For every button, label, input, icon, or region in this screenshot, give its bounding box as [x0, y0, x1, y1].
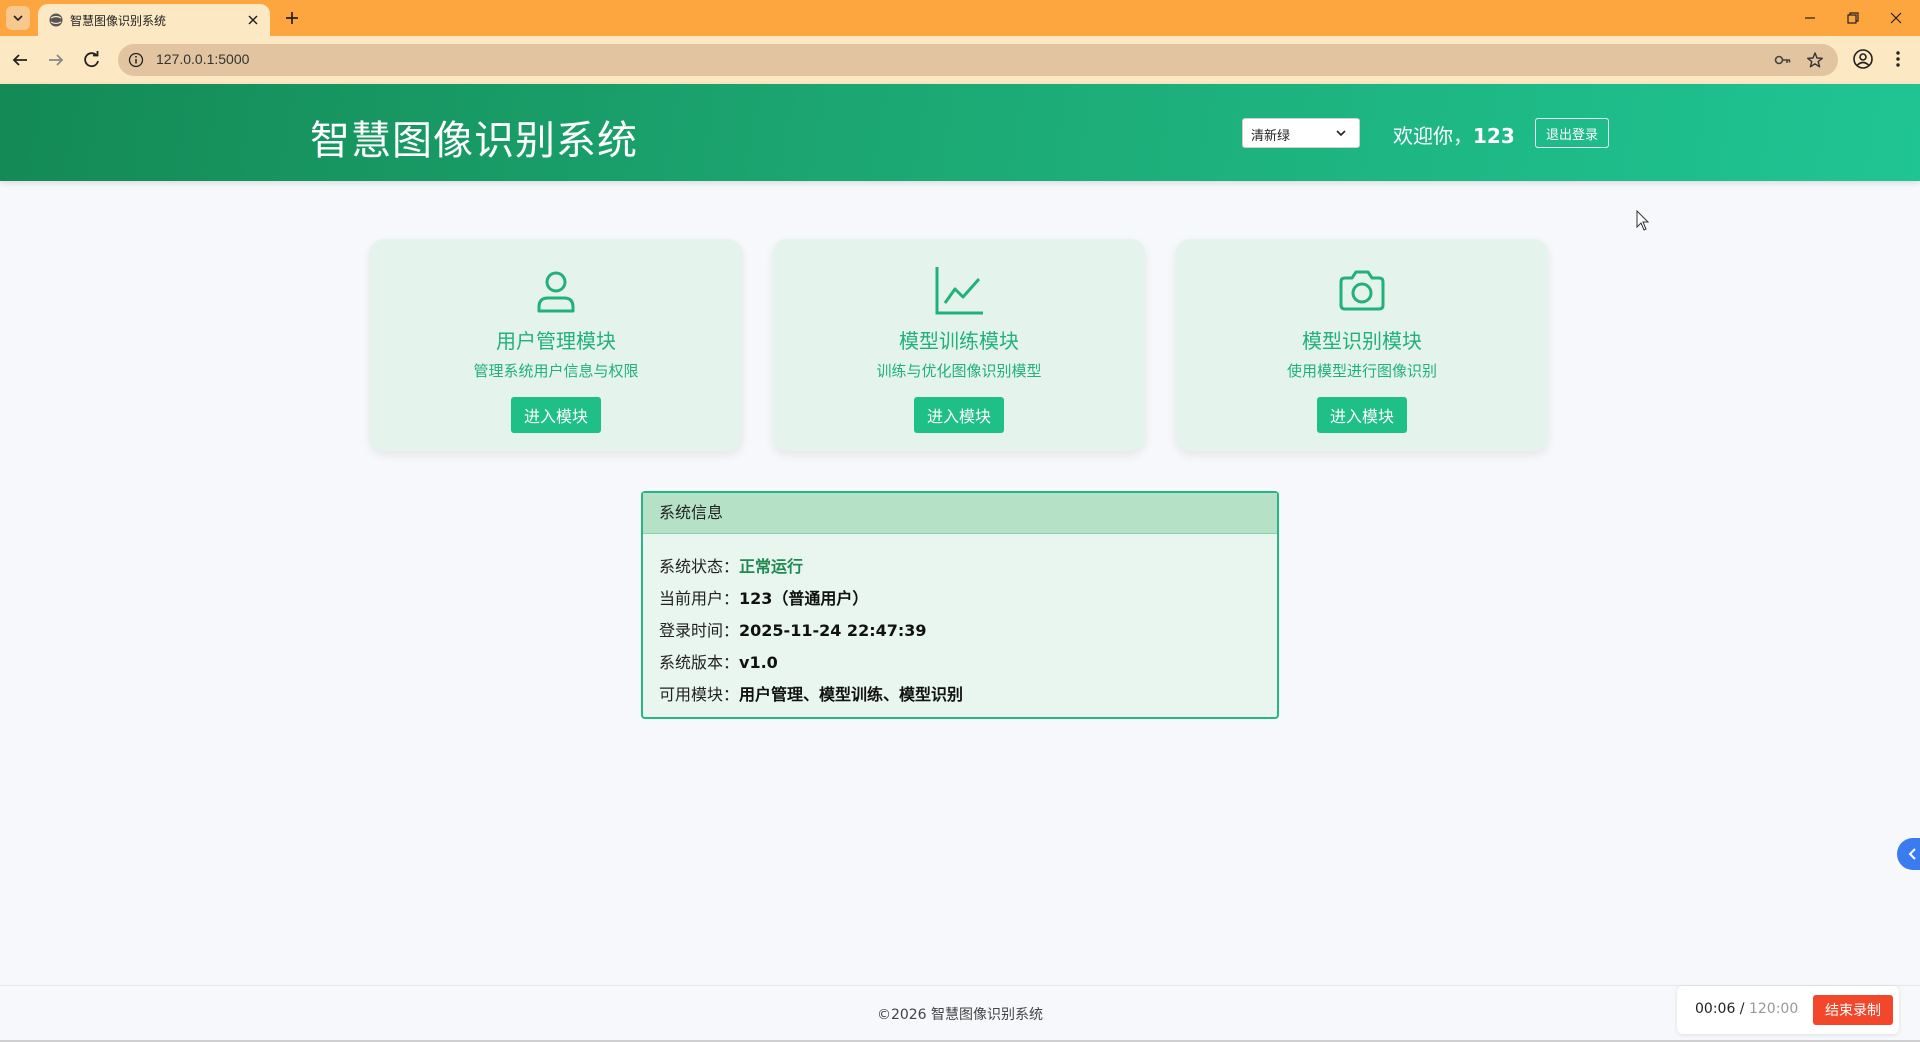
key-icon[interactable] — [1774, 52, 1792, 68]
tab-title: 智慧图像识别系统 — [70, 14, 167, 28]
chevron-left-icon — [1908, 848, 1916, 860]
stop-recording-button[interactable]: 结束录制 — [1813, 995, 1893, 1025]
info-label: 登录时间： — [659, 621, 740, 640]
enter-recognition-module-button[interactable]: 进入模块 — [1317, 397, 1407, 433]
chevron-down-icon — [1336, 130, 1346, 137]
line-chart-icon — [935, 267, 983, 315]
footer-copyright: ©2026 智慧图像识别系统 — [876, 1007, 1044, 1023]
restore-icon[interactable] — [1843, 8, 1863, 28]
module-desc: 使用模型进行图像识别 — [1286, 362, 1437, 380]
browser-toolbar: 127.0.0.1:5000 — [0, 36, 1920, 84]
tab-search-button[interactable] — [6, 6, 30, 30]
user-icon — [537, 271, 575, 313]
total-time: 120:00 — [1748, 1001, 1799, 1017]
welcome-prefix: 欢迎你， — [1393, 124, 1473, 148]
logout-button[interactable]: 退出登录 — [1535, 118, 1609, 148]
more-vert-icon[interactable] — [1888, 48, 1908, 70]
info-row-login-time: 登录时间：2025-11-24 22:47:39 — [659, 617, 927, 641]
footer-divider — [0, 985, 1920, 986]
reload-icon[interactable] — [80, 48, 104, 72]
modules-value: 用户管理、模型训练、模型识别 — [739, 685, 964, 704]
url-text[interactable]: 127.0.0.1:5000 — [156, 51, 249, 67]
module-desc: 管理系统用户信息与权限 — [473, 362, 639, 380]
info-row-modules: 可用模块：用户管理、模型训练、模型识别 — [659, 681, 963, 705]
info-label: 系统版本： — [659, 653, 740, 672]
mouse-cursor-icon — [1636, 210, 1650, 231]
globe-icon — [49, 13, 63, 27]
profile-icon[interactable] — [1852, 48, 1874, 70]
info-row-status: 系统状态：正常运行 — [659, 553, 803, 577]
welcome-text: 欢迎你，123 — [1393, 120, 1515, 149]
close-window-icon[interactable] — [1886, 8, 1906, 28]
system-info-panel: 系统信息 系统状态：正常运行 当前用户：123（普通用户） 登录时间：2025-… — [641, 491, 1279, 719]
app-title: 智慧图像识别系统 — [310, 118, 638, 164]
browser-tab[interactable]: 智慧图像识别系统 — [38, 4, 270, 36]
chevron-down-icon — [13, 15, 23, 22]
module-card-training: 模型训练模块 训练与优化图像识别模型 进入模块 — [773, 239, 1145, 451]
current-user-value: 123（普通用户） — [739, 589, 869, 608]
close-icon[interactable] — [244, 11, 262, 29]
recording-timer: 00:06 / 120:00 — [1695, 1001, 1798, 1017]
welcome-username: 123 — [1473, 124, 1515, 148]
elapsed-time: 00:06 — [1695, 1001, 1736, 1017]
back-arrow-icon[interactable] — [8, 48, 32, 72]
address-bar[interactable]: 127.0.0.1:5000 — [118, 44, 1838, 76]
browser-tab-bar: 智慧图像识别系统 — [0, 0, 1920, 36]
camera-icon — [1339, 270, 1385, 311]
module-title: 模型训练模块 — [899, 329, 1019, 353]
info-row-version: 系统版本：v1.0 — [659, 649, 778, 673]
info-label: 系统状态： — [659, 557, 740, 576]
status-value: 正常运行 — [739, 557, 804, 576]
site-info-icon[interactable] — [128, 52, 144, 68]
info-row-user: 当前用户：123（普通用户） — [659, 585, 868, 609]
module-card-user: 用户管理模块 管理系统用户信息与权限 进入模块 — [370, 239, 742, 451]
theme-select[interactable]: 清新绿 — [1242, 118, 1360, 148]
version-value: v1.0 — [739, 653, 778, 672]
minimize-icon[interactable] — [1800, 8, 1820, 28]
system-info-heading: 系统信息 — [643, 493, 1277, 534]
app-header: 智慧图像识别系统 清新绿 欢迎你，123 退出登录 — [0, 84, 1920, 181]
module-desc: 训练与优化图像识别模型 — [876, 362, 1042, 380]
forward-arrow-icon[interactable] — [44, 48, 68, 72]
info-label: 可用模块： — [659, 685, 740, 704]
enter-user-module-button[interactable]: 进入模块 — [511, 397, 601, 433]
time-separator: / — [1735, 1001, 1749, 1017]
module-card-recognition: 模型识别模块 使用模型进行图像识别 进入模块 — [1176, 239, 1548, 451]
login-time-value: 2025-11-24 22:47:39 — [739, 621, 927, 640]
module-title: 用户管理模块 — [496, 329, 616, 353]
module-title: 模型识别模块 — [1302, 329, 1422, 353]
recording-widget: 00:06 / 120:00 结束录制 — [1677, 986, 1899, 1034]
side-panel-toggle[interactable] — [1897, 838, 1920, 870]
enter-training-module-button[interactable]: 进入模块 — [914, 397, 1004, 433]
bookmark-star-icon[interactable] — [1806, 51, 1824, 69]
plus-icon[interactable] — [282, 8, 302, 28]
theme-select-value: 清新绿 — [1251, 129, 1291, 144]
info-label: 当前用户： — [659, 589, 740, 608]
